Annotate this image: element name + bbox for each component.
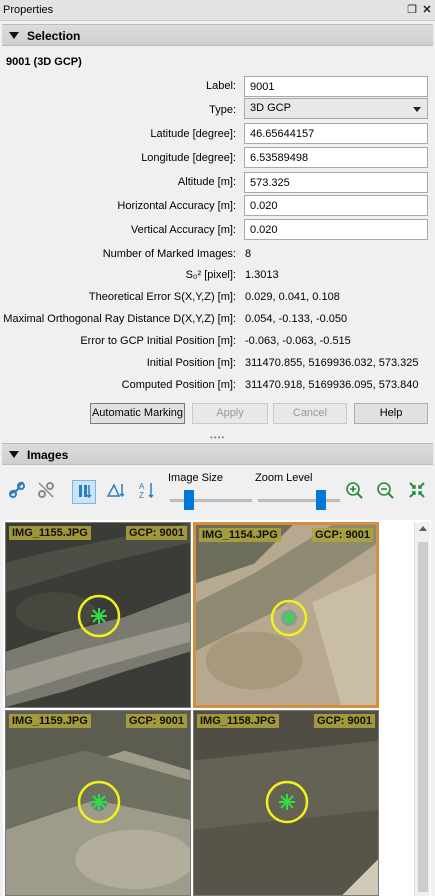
type-select-value: 3D GCP [250, 102, 291, 114]
images-section-header[interactable]: Images [2, 443, 433, 465]
initial-position-value: 311470.855, 5169936.032, 573.325 [245, 357, 419, 369]
vertical-accuracy-label: Vertical Accuracy [m]: [130, 224, 236, 236]
gcp-marker-icon[interactable] [266, 595, 312, 641]
thumbnail-gcp-label: GCP: 9001 [125, 714, 187, 728]
thumbnail-filename: IMG_1159.JPG [9, 714, 91, 728]
image-thumbnail[interactable]: IMG_1154.JPG GCP: 9001 [193, 522, 379, 708]
longitude-label: Longitude [degree]: [141, 152, 236, 164]
selection-header-label: Selection [27, 29, 81, 43]
automatic-marking-button[interactable]: Automatic Marking [90, 403, 185, 424]
thumbnail-filename: IMG_1154.JPG [199, 528, 281, 542]
selection-section-header[interactable]: Selection [2, 24, 433, 46]
altitude-label: Altitude [m]: [177, 176, 236, 188]
label-input[interactable] [244, 76, 428, 97]
svg-text:A: A [139, 482, 145, 491]
image-size-slider[interactable] [170, 499, 252, 502]
unlink-icon[interactable] [34, 480, 58, 504]
image-size-slider-thumb[interactable] [184, 490, 195, 510]
image-thumbnail[interactable]: IMG_1158.JPG GCP: 9001 [193, 710, 379, 896]
marked-images-value: 8 [245, 248, 252, 260]
thumbnail-filename: IMG_1155.JPG [9, 526, 91, 540]
scroll-up-icon[interactable] [419, 526, 427, 531]
restore-icon[interactable]: ❐ [405, 3, 419, 17]
zoom-level-label: Zoom Level [255, 472, 313, 484]
splitter-grip-icon: •••• [210, 433, 226, 442]
fit-icon[interactable] [405, 480, 429, 504]
type-select[interactable]: 3D GCP [244, 98, 428, 119]
initial-position-label: Initial Position [m]: [146, 357, 236, 369]
sort-az-icon[interactable]: AZ [135, 480, 159, 504]
sort-triangle-icon[interactable] [103, 480, 127, 504]
s0-label: S₀² [pixel]: [185, 269, 236, 281]
zoom-out-icon[interactable] [373, 480, 397, 504]
panel-splitter[interactable]: •••• [0, 430, 435, 442]
scrollbar-thumb[interactable] [418, 542, 428, 892]
link-icon[interactable] [5, 480, 29, 504]
chevron-down-icon [413, 107, 421, 112]
apply-button[interactable]: Apply [192, 403, 268, 424]
theoretical-error-label: Theoretical Error S(X,Y,Z) [m]: [88, 291, 236, 303]
image-gallery[interactable]: IMG_1155.JPG GCP: 9001 IMG_1154.JPG GCP:… [3, 520, 431, 896]
zoom-level-slider[interactable] [258, 499, 340, 502]
gallery-scrollbar[interactable] [414, 522, 430, 896]
image-thumbnail[interactable]: IMG_1159.JPG GCP: 9001 [5, 710, 191, 896]
max-ray-distance-value: 0.054, -0.133, -0.050 [245, 313, 348, 325]
error-initial-value: -0.063, -0.063, -0.515 [245, 335, 351, 347]
window-titlebar: Properties ❐ ✕ [0, 0, 435, 21]
label-field-label: Label: [206, 80, 236, 92]
theoretical-error-value: 0.029, 0.041, 0.108 [245, 291, 340, 303]
image-size-label: Image Size [168, 472, 224, 484]
point-title: 9001 (3D GCP) [6, 56, 82, 68]
computed-position-label: Computed Position [m]: [121, 379, 236, 391]
longitude-input[interactable] [244, 147, 428, 168]
latitude-input[interactable] [244, 123, 428, 144]
sort-columns-icon[interactable] [72, 480, 96, 504]
thumbnail-gcp-label: GCP: 9001 [313, 714, 375, 728]
altitude-input[interactable] [244, 172, 428, 193]
error-initial-label: Error to GCP Initial Position [m]: [80, 335, 236, 347]
type-field-label: Type: [209, 104, 236, 116]
latitude-label: Latitude [degree]: [150, 128, 236, 140]
zoom-level-slider-thumb[interactable] [315, 490, 326, 510]
collapse-triangle-icon [9, 32, 19, 39]
zoom-in-icon[interactable] [342, 480, 366, 504]
thumbnail-filename: IMG_1158.JPG [197, 714, 279, 728]
computed-position-value: 311470.918, 5169936.095, 573.840 [245, 379, 419, 391]
help-button[interactable]: Help [354, 403, 428, 424]
gcp-marker-icon[interactable] [76, 593, 122, 639]
gcp-marker-icon[interactable] [76, 779, 122, 825]
image-thumbnail[interactable]: IMG_1155.JPG GCP: 9001 [5, 522, 191, 708]
close-icon[interactable]: ✕ [420, 3, 434, 17]
max-ray-distance-label: Maximal Orthogonal Ray Distance D(X,Y,Z)… [3, 313, 236, 325]
svg-text:Z: Z [139, 491, 144, 500]
s0-value: 1.3013 [245, 269, 279, 281]
cancel-button[interactable]: Cancel [273, 403, 347, 424]
marked-images-label: Number of Marked Images: [102, 248, 236, 260]
thumbnail-gcp-label: GCP: 9001 [311, 528, 373, 542]
images-header-label: Images [27, 448, 69, 462]
thumbnail-gcp-label: GCP: 9001 [125, 526, 187, 540]
vertical-accuracy-input[interactable] [244, 219, 428, 240]
window-title: Properties [3, 4, 54, 16]
gcp-marker-icon[interactable] [264, 779, 310, 825]
collapse-triangle-icon [9, 451, 19, 458]
horizontal-accuracy-label: Horizontal Accuracy [m]: [117, 200, 236, 212]
horizontal-accuracy-input[interactable] [244, 195, 428, 216]
